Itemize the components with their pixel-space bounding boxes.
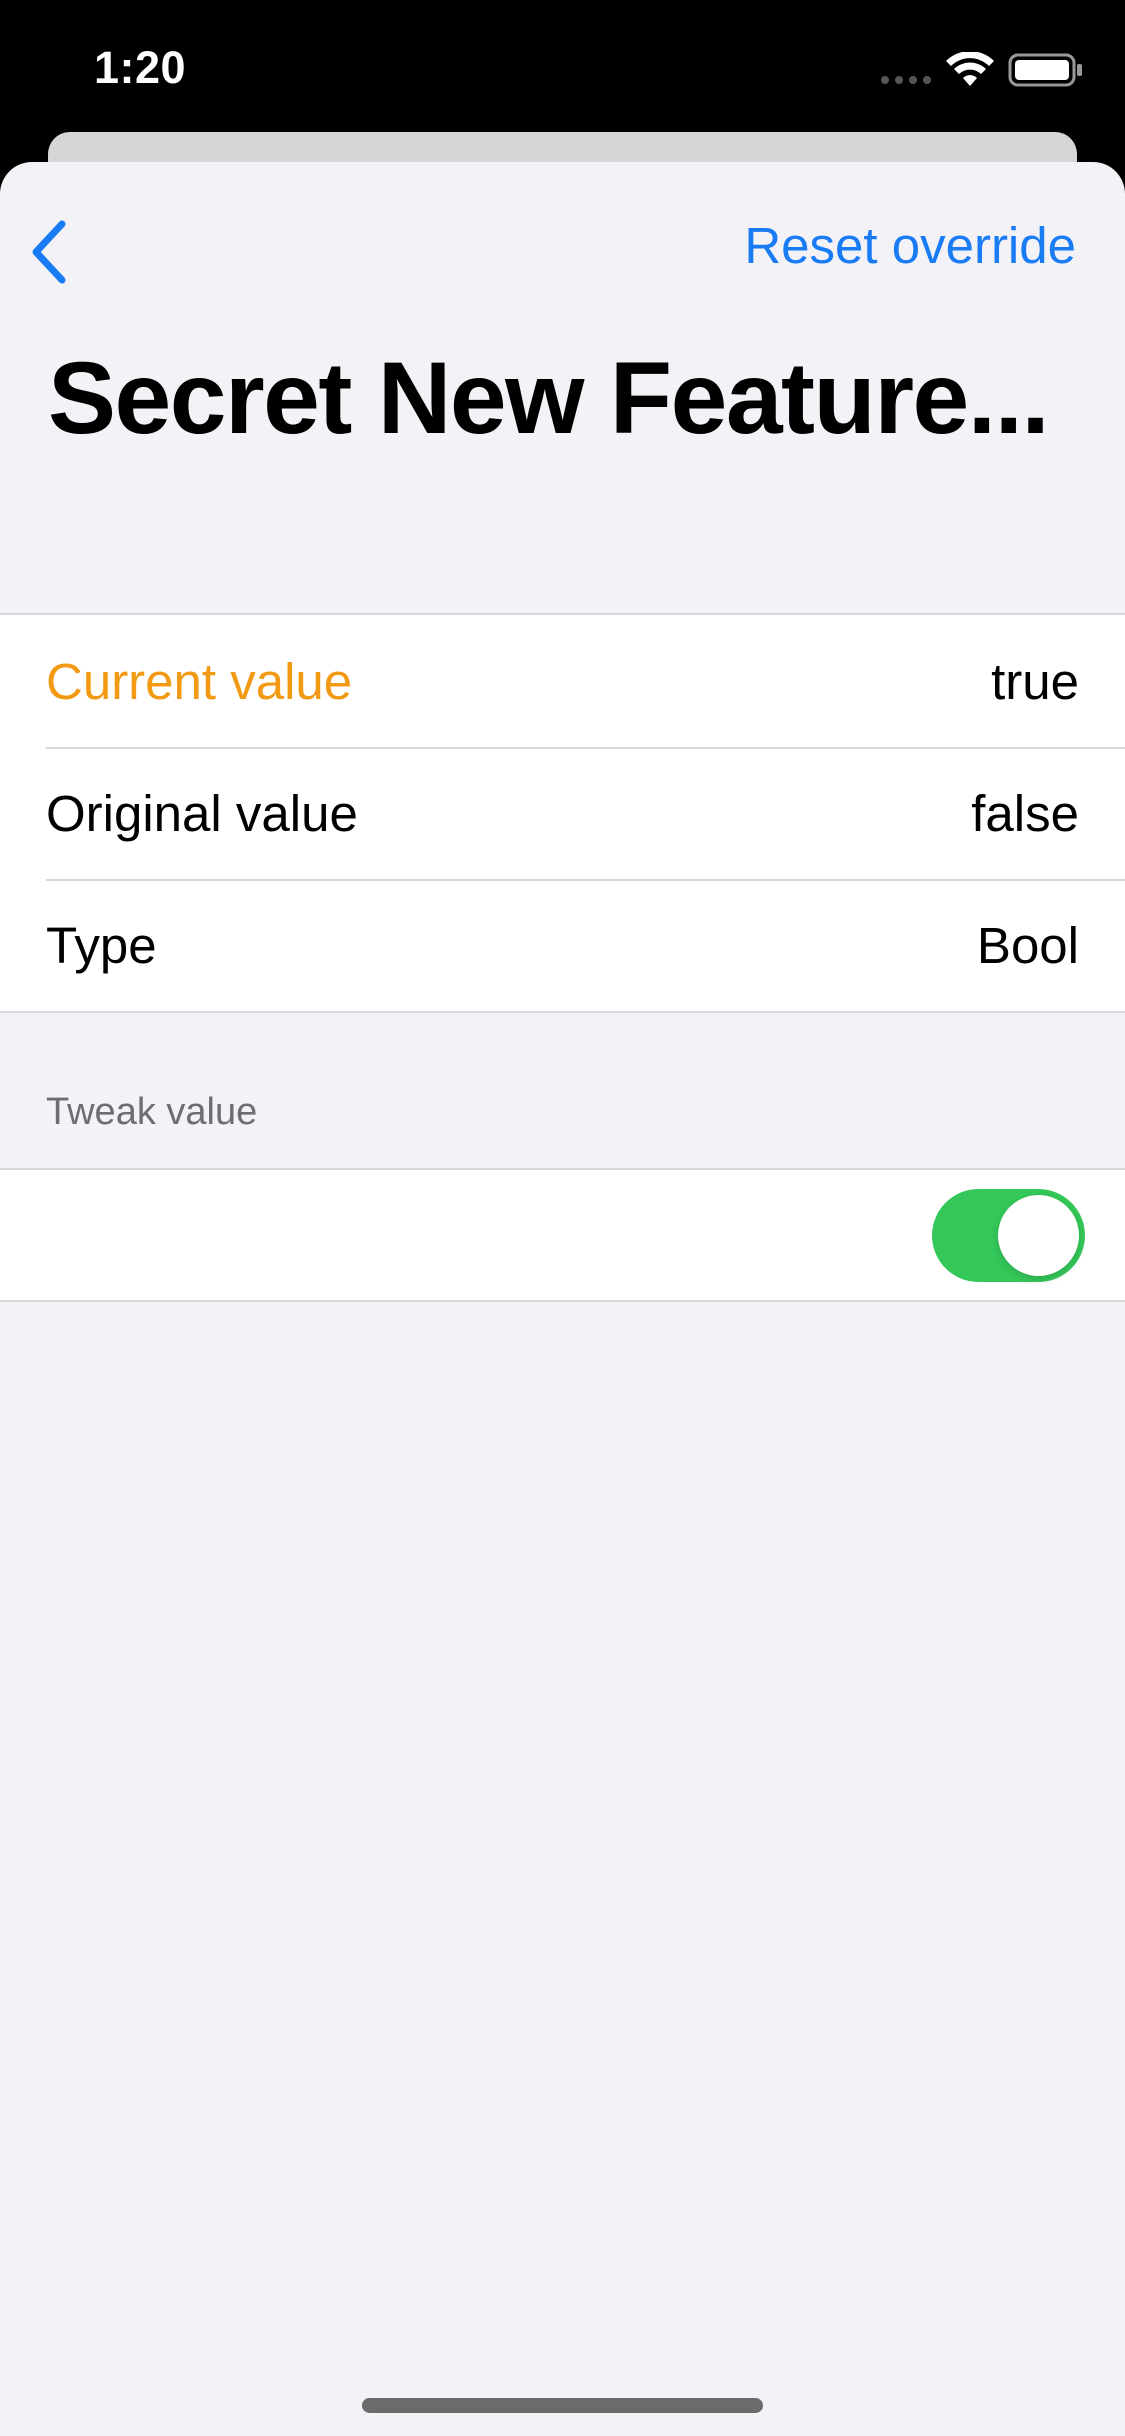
tweak-value-row [0,1168,1125,1302]
toggle-knob [998,1195,1079,1276]
status-bar: 1:20 [0,0,1125,132]
type-label: Type [46,916,157,974]
home-indicator [362,2398,763,2413]
status-time: 1:20 [94,42,187,93]
original-value-label: Original value [46,784,358,842]
current-value-row: Current value true [0,615,1125,747]
navigation-bar: Reset override [0,162,1125,332]
tweak-value-toggle[interactable] [932,1189,1085,1282]
original-value-row: Original value false [0,747,1125,879]
back-button[interactable] [18,212,78,292]
app-screen: 1:20 Reset override Secret New Feature..… [0,0,1125,2436]
page-title: Secret New Feature... [48,341,1050,455]
chevron-left-icon [32,220,66,284]
wifi-icon [946,52,994,86]
type-value: Bool [976,916,1079,974]
tweak-section-header: Tweak value [46,1091,258,1133]
battery-icon [1008,53,1082,87]
detail-sheet: Reset override Secret New Feature... Cur… [0,162,1125,2436]
info-list: Current value true Original value false … [0,613,1125,1013]
current-value-value: true [991,652,1079,710]
current-value-label: Current value [46,652,353,710]
cellular-signal-icon [881,76,931,84]
reset-override-button[interactable]: Reset override [744,216,1076,275]
original-value-value: false [971,784,1079,842]
type-row: Type Bool [0,879,1125,1011]
